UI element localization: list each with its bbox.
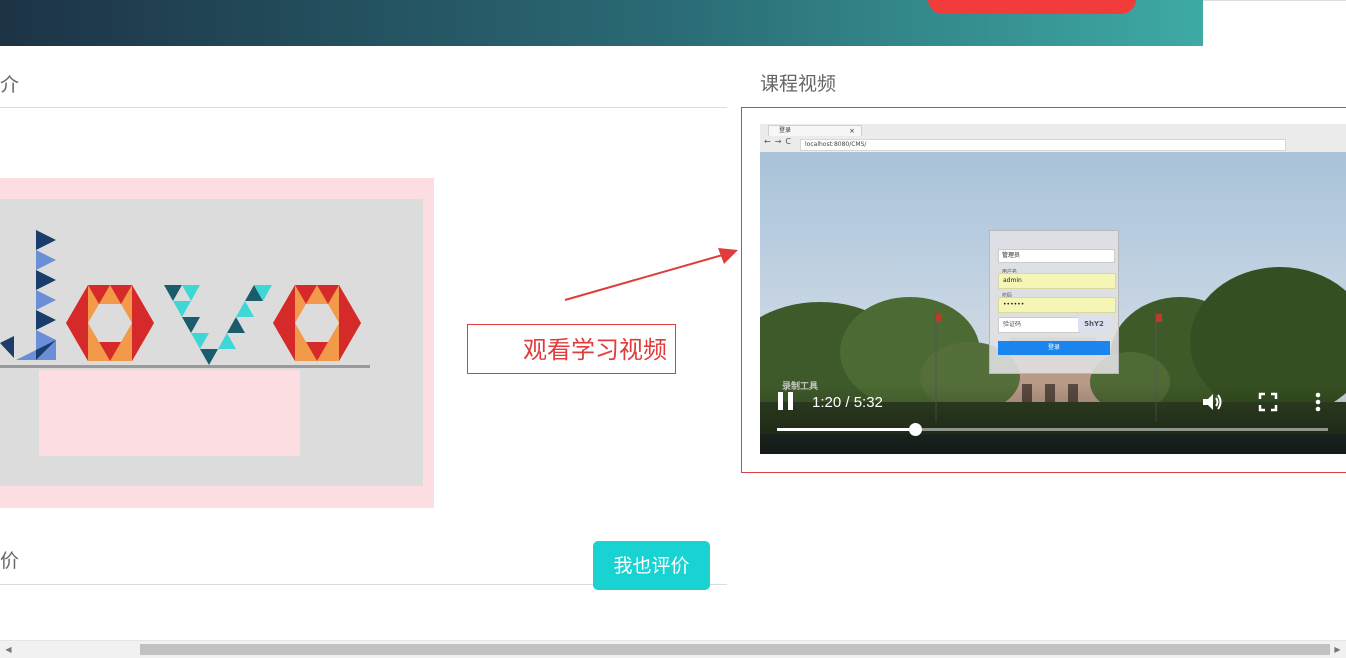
course-cover-image bbox=[0, 178, 434, 508]
video-controls: 1:20 / 5:32 bbox=[760, 384, 1346, 454]
course-video-player[interactable]: 登录 × ←→C localhost:8080/CMS/ 管理员 用户名 adm… bbox=[760, 124, 1346, 454]
page-banner bbox=[0, 0, 1203, 46]
browser-tab-title: 登录 bbox=[779, 127, 792, 134]
password-field: •••••• bbox=[998, 297, 1116, 313]
scrollbar-thumb[interactable] bbox=[140, 644, 1330, 655]
username-field: admin bbox=[998, 273, 1116, 289]
intro-divider bbox=[0, 107, 727, 108]
fullscreen-icon[interactable] bbox=[1257, 391, 1279, 413]
course-intro-title: 介 bbox=[0, 74, 20, 96]
role-select: 管理员 bbox=[998, 249, 1115, 263]
browser-url-field: localhost:8080/CMS/ bbox=[800, 139, 1286, 151]
login-panel: 管理员 用户名 admin 密码 •••••• 验证码 5hY2 登录 bbox=[989, 230, 1119, 374]
captcha-field: 验证码 bbox=[998, 317, 1080, 333]
horizontal-scrollbar[interactable]: ◀ ▶ bbox=[0, 640, 1346, 658]
banner-button[interactable] bbox=[928, 0, 1136, 14]
more-vertical-icon[interactable] bbox=[1313, 390, 1323, 414]
close-icon: × bbox=[849, 127, 855, 135]
volume-icon[interactable] bbox=[1200, 390, 1224, 414]
scroll-left-arrow-icon[interactable]: ◀ bbox=[0, 641, 17, 658]
pause-icon[interactable] bbox=[778, 392, 794, 410]
top-divider bbox=[1203, 0, 1346, 1]
video-browser-tab: 登录 × bbox=[768, 125, 862, 136]
video-browser-bar: 登录 × ←→C localhost:8080/CMS/ bbox=[760, 124, 1346, 153]
video-time-display: 1:20 / 5:32 bbox=[812, 394, 883, 411]
video-progress-thumb[interactable] bbox=[908, 423, 922, 436]
watch-video-label: 观看学习视频 bbox=[467, 324, 676, 374]
browser-nav-icons: ←→C bbox=[764, 137, 795, 146]
login-submit-button: 登录 bbox=[998, 341, 1110, 355]
captcha-image: 5hY2 bbox=[1078, 317, 1110, 331]
course-rating-title: 价 bbox=[0, 550, 20, 572]
course-video-title: 课程视频 bbox=[760, 73, 837, 95]
video-progress-fill bbox=[777, 428, 915, 431]
video-progress-bar[interactable] bbox=[777, 423, 1328, 436]
rate-course-button[interactable]: 我也评价 bbox=[593, 541, 710, 590]
scroll-right-arrow-icon[interactable]: ▶ bbox=[1329, 641, 1346, 658]
java-logo-graphic bbox=[0, 230, 370, 368]
